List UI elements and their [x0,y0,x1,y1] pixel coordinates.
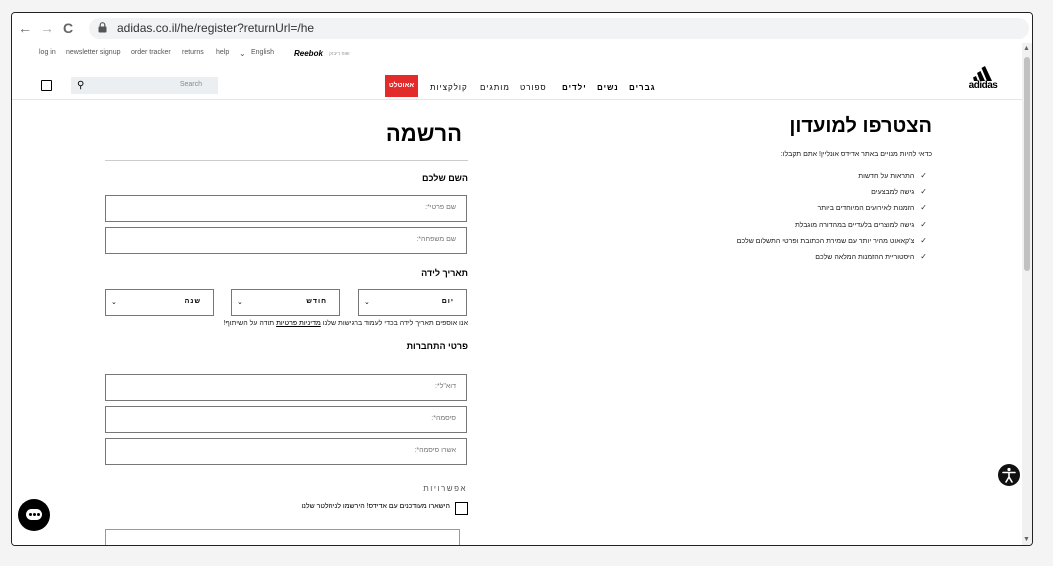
name-section-heading: השם שלכם [422,173,468,183]
confirm-password-placeholder: אשרו סיסמה*: [414,447,456,454]
first-name-field[interactable]: שם פרטי*: [105,195,467,222]
accessibility-icon [1002,467,1016,483]
url-text: adidas.co.il/he/register?returnUrl=/he [117,21,315,35]
benefit-item: ✓ צ'קאאוט מהיר יותר עם שמירת הכתובת ופרטי… [572,236,927,245]
options-heading: אפשרויות [423,484,467,493]
privacy-note: אנו אוספים תאריך לידה בכדי לעמוד ברגישות… [132,320,468,327]
returns-link[interactable]: returns [182,49,204,56]
checkmark-icon: ✓ [920,236,927,245]
privacy-text: אנו אוספים תאריך לידה בכדי לעמוד ברגישות… [322,320,468,327]
nav-collections[interactable]: קולקציות [430,83,468,92]
search-input[interactable]: ⚲ Search [71,77,218,94]
chat-dot [33,513,36,516]
checkmark-icon: ✓ [920,187,927,196]
nav-women[interactable]: נשים [597,83,619,92]
benefit-text: גישה למוצרים בלעדיים במהדורה מוגבלת [794,222,915,229]
shopping-bag-icon[interactable] [41,80,52,91]
email-placeholder: דוא"ל*: [435,383,456,390]
newsletter-signup-link[interactable]: newsletter signup [66,49,120,56]
last-name-placeholder: שם משפחה*: [416,236,456,243]
help-link[interactable]: help [216,49,229,56]
order-tracker-link[interactable]: order tracker [131,49,171,56]
scrollbar[interactable]: ▲ ▼ [1022,43,1032,545]
nav-sport[interactable]: ספורט [520,83,547,92]
chevron-down-icon: ⌄ [111,299,117,306]
benefit-text: גישה למבצעים [871,189,915,196]
confirm-password-field[interactable]: אשרו סיסמה*: [105,438,467,465]
chat-icon [26,509,42,520]
page-content: log in newsletter signup order tracker r… [12,43,1022,545]
chevron-down-icon: ⌄ [237,299,243,306]
year-select[interactable]: שנה ⌄ [105,289,214,316]
password-placeholder: סיסמה*: [431,415,456,422]
register-title: הרשמה [385,121,462,146]
benefit-text: הזמנות לאירועים המיוחדים ביותר [817,205,915,212]
day-select-label: יום [441,298,454,305]
chat-dot [29,513,32,516]
chevron-down-icon[interactable]: ⌄ [239,49,246,58]
title-divider [105,160,468,161]
benefit-item: ✓ התראות על חדשות [572,171,927,180]
benefit-item: ✓ גישה למבצעים [572,187,927,196]
address-bar[interactable]: adidas.co.il/he/register?returnUrl=/he [89,18,1029,39]
privacy-suffix: תודה על השיתוף! [223,320,275,327]
search-icon: ⚲ [77,80,85,91]
search-placeholder: Search [179,81,202,88]
first-name-placeholder: שם פרטי*: [425,204,456,211]
club-title: הצטרפו למועדון [789,115,932,137]
newsletter-checkbox[interactable] [455,502,468,515]
scroll-down-icon[interactable]: ▼ [1023,536,1030,543]
nav-men[interactable]: גברים [629,83,656,92]
nav-brands[interactable]: מותגים [480,83,510,92]
scroll-thumb[interactable] [1024,57,1030,271]
password-field[interactable]: סיסמה*: [105,406,467,433]
benefit-item: ✓ גישה למוצרים בלעדיים במהדורה מוגבלת [572,220,927,229]
login-link[interactable]: log in [39,49,56,56]
back-icon[interactable]: ← [18,20,32,36]
privacy-policy-link[interactable]: מדיניות פרטיות [276,320,321,327]
scroll-up-icon[interactable]: ▲ [1023,45,1030,52]
outlet-button[interactable]: אאוטלט [385,75,418,97]
month-select[interactable]: חודש ⌄ [231,289,340,316]
captcha-box[interactable] [105,529,460,545]
newsletter-label: הישארו מעודכנים עם אדידס! הירשמו לניוזלט… [301,503,450,510]
adidas-stripes-icon [973,66,992,81]
browser-toolbar: ← → C adidas.co.il/he/register?returnUrl… [12,13,1032,43]
logo-wordmark: adidas [968,80,998,91]
language-selector[interactable]: English [251,49,274,56]
benefit-item: ✓ היסטוריית ההזמנות המלאה שלכם [572,252,927,261]
day-select[interactable]: יום ⌄ [358,289,467,316]
chevron-down-icon: ⌄ [364,299,370,306]
year-select-label: שנה [184,298,201,305]
login-section-heading: פרטי התחברות [406,341,468,351]
header-divider [12,99,1022,100]
chat-button[interactable] [18,499,50,531]
nav-kids[interactable]: ילדים [562,83,587,92]
checkmark-icon: ✓ [920,252,927,261]
forward-icon[interactable]: → [40,20,54,36]
email-field[interactable]: דוא"ל*: [105,374,467,401]
reebok-link[interactable]: Reebok [294,49,323,58]
last-name-field[interactable]: שם משפחה*: [105,227,467,254]
reebok-sub-text: שופ ריבוק [329,51,350,57]
adidas-logo[interactable]: adidas [965,65,1001,91]
month-select-label: חודש [306,298,327,305]
dob-section-heading: תאריך לידה [421,268,468,278]
lock-icon [98,22,107,33]
browser-window: ← → C adidas.co.il/he/register?returnUrl… [11,12,1033,546]
reload-icon[interactable]: C [63,20,73,36]
benefit-text: היסטוריית ההזמנות המלאה שלכם [815,254,915,261]
benefit-text: התראות על חדשות [858,173,915,180]
checkmark-icon: ✓ [920,220,927,229]
benefit-item: ✓ הזמנות לאירועים המיוחדים ביותר [572,203,927,212]
chat-dot [37,513,40,516]
benefit-text: צ'קאאוט מהיר יותר עם שמירת הכתובת ופרטי … [736,238,915,245]
checkmark-icon: ✓ [920,171,927,180]
club-intro: כדאי להיות מנויים באתר אדידס אונליין! את… [780,151,932,158]
checkmark-icon: ✓ [920,203,927,212]
accessibility-button[interactable] [998,464,1020,486]
